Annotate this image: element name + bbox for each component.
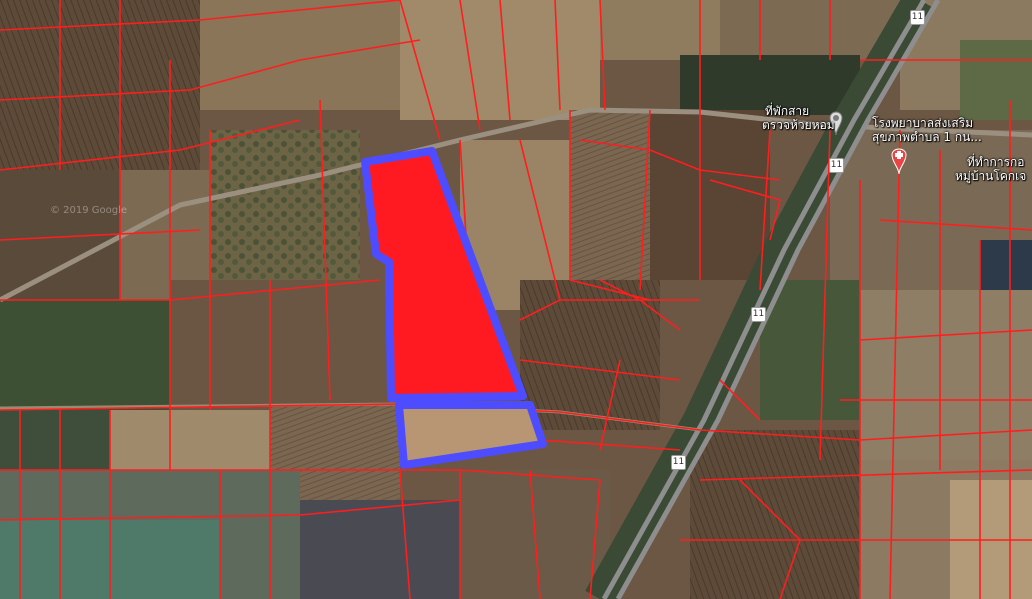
satellite-map[interactable]: 11 11 11 11 ที่พักสาย ตรวจห้วยหอม โรงพยา…	[0, 0, 1032, 599]
rest-stop-label-line1[interactable]: ที่พักสาย	[765, 104, 809, 118]
route-11-shield-icon: 11	[751, 307, 766, 322]
village-office-label-line1[interactable]: ที่ทำการกอ	[967, 155, 1024, 169]
map-copyright: © 2019 Google	[50, 205, 128, 216]
route-11-shield-icon: 11	[671, 455, 686, 470]
rest-stop-label-line2[interactable]: ตรวจห้วยหอม	[762, 118, 835, 132]
hospital-label-line2[interactable]: สุขภาพตำบล 1 กน...	[872, 130, 982, 144]
satellite-imagery	[0, 0, 1032, 599]
route-11-shield-icon: 11	[829, 158, 844, 173]
village-office-label-line2[interactable]: หมู่บ้านโคกเจ	[955, 169, 1026, 183]
route-11-shield-icon: 11	[910, 10, 925, 25]
hospital-label-line1[interactable]: โรงพยาบาลส่งเสริม	[872, 116, 973, 130]
